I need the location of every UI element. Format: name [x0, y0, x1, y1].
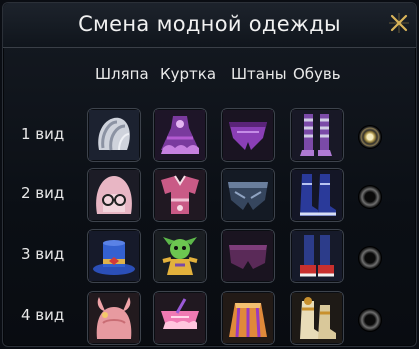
- outfit-select-radio[interactable]: [359, 309, 381, 331]
- purple-frilled-dress-icon: [155, 110, 205, 160]
- shoes-slot[interactable]: [290, 291, 344, 345]
- pink-lace-top-icon: [155, 293, 205, 343]
- hat-slot[interactable]: [87, 291, 141, 345]
- pants-slot[interactable]: [221, 168, 275, 222]
- column-header-jacket: Куртка: [160, 65, 217, 83]
- pants-slot[interactable]: [221, 291, 275, 345]
- white-feathered-hat-icon: [89, 110, 139, 160]
- shoes-slot[interactable]: [290, 168, 344, 222]
- outfit-change-window: Смена модной одежды Шляпа Куртка Штаны О…: [2, 2, 417, 347]
- jacket-slot[interactable]: [153, 229, 207, 283]
- hat-slot[interactable]: [87, 168, 141, 222]
- title-bar: Смена модной одежды: [3, 3, 416, 48]
- pink-jester-jacket-icon: [155, 170, 205, 220]
- purple-striped-stockings-icon: [292, 110, 342, 160]
- row-label: 1 вид: [21, 125, 65, 143]
- row-label: 2 вид: [21, 184, 65, 202]
- green-mascot-costume-icon: [155, 231, 205, 281]
- column-header-hat: Шляпа: [95, 65, 149, 83]
- pants-slot[interactable]: [221, 229, 275, 283]
- column-headers: Шляпа Куртка Штаны Обувь: [3, 65, 416, 87]
- hat-slot[interactable]: [87, 229, 141, 283]
- column-header-pants: Штаны: [231, 65, 287, 83]
- hat-slot[interactable]: [87, 108, 141, 162]
- pink-hood-with-glasses-icon: [89, 170, 139, 220]
- jacket-slot[interactable]: [153, 168, 207, 222]
- window-title: Смена модной одежды: [78, 12, 341, 36]
- row-label: 4 вид: [21, 306, 65, 324]
- orange-ribbon-skirt-icon: [223, 293, 273, 343]
- jacket-slot[interactable]: [153, 108, 207, 162]
- shoes-slot[interactable]: [290, 108, 344, 162]
- pink-bunny-hood-icon: [89, 293, 139, 343]
- close-icon[interactable]: [388, 12, 410, 34]
- outfit-select-radio[interactable]: [359, 126, 381, 148]
- dark-armored-shorts-icon: [223, 170, 273, 220]
- plum-shorts-icon: [223, 231, 273, 281]
- blue-top-hat-icon: [89, 231, 139, 281]
- outfit-select-radio[interactable]: [359, 186, 381, 208]
- blue-high-boots-icon: [292, 170, 342, 220]
- column-header-shoes: Обувь: [293, 65, 341, 83]
- cream-gold-boots-icon: [292, 293, 342, 343]
- outfit-select-radio[interactable]: [359, 247, 381, 269]
- shoes-slot[interactable]: [290, 229, 344, 283]
- red-platform-boots-icon: [292, 231, 342, 281]
- pants-slot[interactable]: [221, 108, 275, 162]
- purple-shorts-icon: [223, 110, 273, 160]
- row-label: 3 вид: [21, 245, 65, 263]
- jacket-slot[interactable]: [153, 291, 207, 345]
